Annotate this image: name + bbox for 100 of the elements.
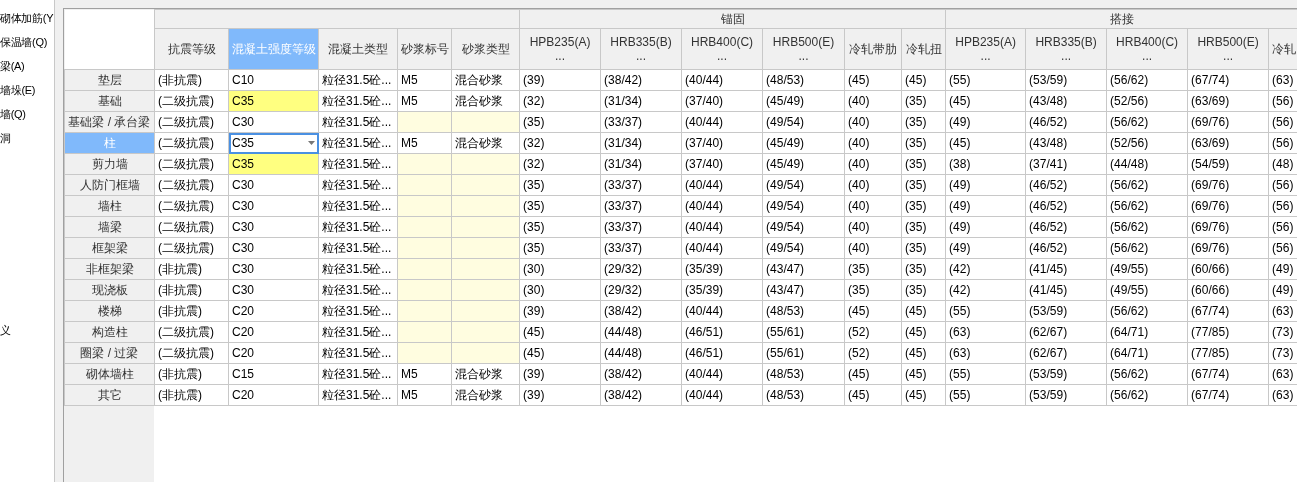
table-cell: (55) (945, 300, 1026, 322)
table-cell: C30 (228, 195, 319, 217)
table-cell: (33/37) (600, 174, 682, 196)
table-cell: (44/48) (600, 321, 682, 343)
table-cell: (49/55) (1106, 258, 1188, 280)
table-cell: (38/42) (600, 69, 682, 91)
table-cell: (30) (519, 258, 601, 280)
table-cell: (35) (519, 174, 601, 196)
table-cell: (41/45) (1025, 279, 1107, 301)
table-cell: (33/37) (600, 195, 682, 217)
table-cell: (45) (945, 132, 1026, 154)
table-cell: (54/59) (1187, 153, 1269, 175)
table-cell: 粒径31.5砼... (318, 342, 398, 364)
table-cell: (40) (844, 216, 902, 238)
table-cell: C20 (228, 321, 319, 343)
dropdown-field[interactable]: C35 (228, 132, 319, 154)
table-cell: (非抗震) (154, 258, 229, 280)
table-cell: M5 (397, 384, 452, 406)
table-cell: (二级抗震) (154, 216, 229, 238)
table-cell: (63) (945, 321, 1026, 343)
table-cell: (43/48) (1025, 90, 1107, 112)
row-header[interactable]: 剪力墙 (64, 153, 155, 175)
table-cell: (77/85) (1187, 342, 1269, 364)
table-cell: (48/53) (762, 69, 845, 91)
table-cell: C10 (228, 69, 319, 91)
table-cell: 粒径31.5砼... (318, 300, 398, 322)
table-cell: (46/52) (1025, 237, 1107, 259)
row-header[interactable]: 砌体墙柱 (64, 363, 155, 385)
table-cell: (38/42) (600, 300, 682, 322)
table-cell: (67/74) (1187, 363, 1269, 385)
table-cell: (45/49) (762, 132, 845, 154)
table-cell: (非抗震) (154, 279, 229, 301)
table-cell: (45) (844, 363, 902, 385)
table-cell: (40) (844, 174, 902, 196)
sidebar-item[interactable]: 墙(Q) (0, 102, 54, 126)
column-group-header: 锚固 (519, 9, 946, 29)
row-header[interactable]: 墙柱 (64, 195, 155, 217)
row-header[interactable]: 基础梁 / 承台梁 (64, 111, 155, 133)
column-header[interactable]: 冷轧带肋 (844, 28, 902, 70)
row-header[interactable]: 楼梯 (64, 300, 155, 322)
table-cell: C30 (228, 258, 319, 280)
table-cell: (53/59) (1025, 300, 1107, 322)
table-cell: (二级抗震) (154, 342, 229, 364)
table-cell: (非抗震) (154, 363, 229, 385)
sidebar-item[interactable]: 保温墙(Q) (0, 30, 54, 54)
column-header[interactable]: HRB500(E) ... (762, 28, 845, 70)
table-cell: (二级抗震) (154, 153, 229, 175)
row-header[interactable]: 圈梁 / 过梁 (64, 342, 155, 364)
table-cell: (48/53) (762, 384, 845, 406)
table-cell: (52) (844, 321, 902, 343)
table-cell: (35) (844, 258, 902, 280)
table-cell: (39) (519, 363, 601, 385)
table-cell: (62/67) (1025, 321, 1107, 343)
sidebar-item[interactable]: 义 (0, 318, 54, 342)
table-cell: (55) (945, 363, 1026, 385)
table-cell: 粒径31.5砼... (318, 153, 398, 175)
table-cell: (55/61) (762, 321, 845, 343)
column-header[interactable]: HRB335(B) ... (600, 28, 682, 70)
table-cell: (40/44) (681, 237, 763, 259)
column-header[interactable]: HPB235(A) ... (945, 28, 1026, 70)
column-header[interactable]: HPB235(A) ... (519, 28, 601, 70)
table-cell: (55) (945, 69, 1026, 91)
row-header[interactable]: 墙梁 (64, 216, 155, 238)
table-cell: (60/66) (1187, 258, 1269, 280)
table-cell: (30) (519, 279, 601, 301)
sidebar-item[interactable]: 洞 (0, 126, 54, 150)
row-header[interactable]: 基础 (64, 90, 155, 112)
column-header[interactable]: HRB335(B) ... (1025, 28, 1107, 70)
column-header[interactable]: HRB400(C) ... (681, 28, 763, 70)
column-header[interactable]: 抗震等级 (154, 28, 229, 70)
sidebar-item[interactable]: 墙垛(E) (0, 78, 54, 102)
row-header[interactable]: 框架梁 (64, 237, 155, 259)
row-header[interactable]: 现浇板 (64, 279, 155, 301)
table-cell: C30 (228, 111, 319, 133)
table-cell: 粒径31.5砼... (318, 321, 398, 343)
table-cell: (56/62) (1106, 174, 1188, 196)
table-cell: (45) (844, 300, 902, 322)
table-cell: (52) (844, 342, 902, 364)
column-header[interactable]: 冷轧扭 (901, 28, 946, 70)
row-header[interactable]: 非框架梁 (64, 258, 155, 280)
sidebar-item[interactable]: 砌体加筋(Y (0, 6, 54, 30)
row-header[interactable]: 人防门框墙 (64, 174, 155, 196)
column-header[interactable]: HRB400(C) ... (1106, 28, 1188, 70)
table-cell: (35) (901, 237, 946, 259)
row-header[interactable]: 其它 (64, 384, 155, 406)
table-cell: (45) (844, 69, 902, 91)
table-cell: (35) (519, 216, 601, 238)
column-header[interactable]: 砂浆标号 (397, 28, 452, 70)
sidebar-item[interactable]: 梁(A) (0, 54, 54, 78)
table-cell: (二级抗震) (154, 90, 229, 112)
column-header[interactable]: 砂浆类型 (451, 28, 520, 70)
row-header[interactable]: 构造柱 (64, 321, 155, 343)
table-cell: (40) (844, 90, 902, 112)
row-header[interactable]: 垫层 (64, 69, 155, 91)
caret-icon[interactable] (308, 141, 315, 145)
column-header[interactable]: HRB500(E) ... (1187, 28, 1269, 70)
column-header[interactable]: 混凝土类型 (318, 28, 398, 70)
table-cell: 粒径31.5砼... (318, 195, 398, 217)
table-cell: (35) (519, 195, 601, 217)
table-cell: (非抗震) (154, 384, 229, 406)
